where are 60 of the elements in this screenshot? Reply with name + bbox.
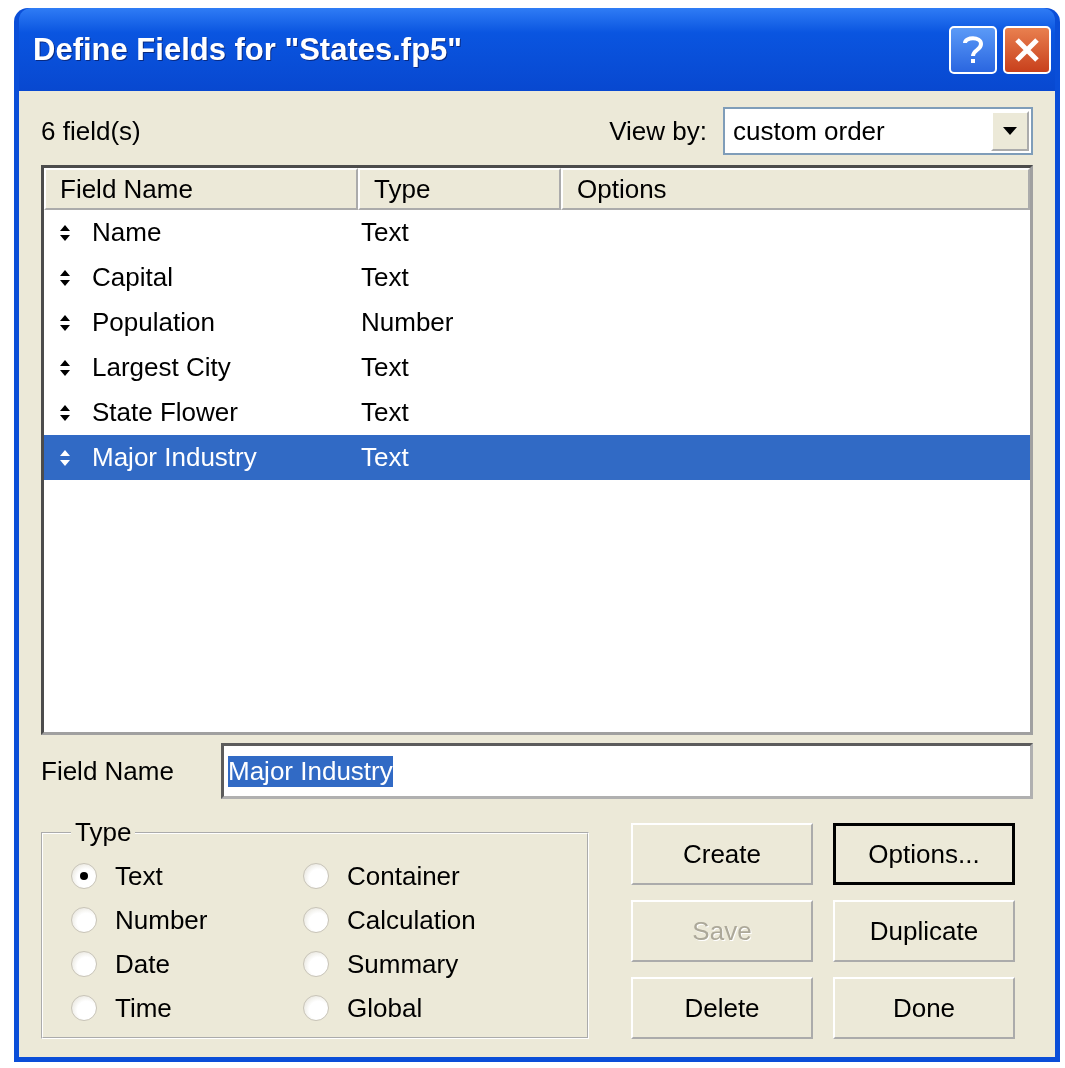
column-header[interactable]: Options: [561, 168, 1030, 210]
sort-arrows-icon[interactable]: [60, 359, 70, 376]
field-type-cell-text: Text: [361, 217, 410, 248]
close-button[interactable]: [1003, 25, 1051, 74]
field-row[interactable]: Largest City Text: [44, 345, 1030, 390]
dialog-button[interactable]: Done: [833, 977, 1015, 1039]
field-row[interactable]: Major Industry Text: [44, 435, 1030, 480]
field-name-cell: Name: [92, 217, 162, 248]
type-group-title: Type: [74, 817, 133, 848]
field-type-cell-text: Text: [361, 262, 410, 293]
field-type-cell-text: Number: [361, 307, 455, 338]
radio-button[interactable]: [303, 863, 329, 889]
dialog-button[interactable]: Create: [631, 823, 813, 885]
radio-label: Text: [115, 860, 163, 892]
column-header[interactable]: Field Name: [44, 168, 358, 210]
field-row[interactable]: Capital Text: [44, 255, 1030, 300]
radio-label: Number: [115, 904, 208, 936]
radio-button[interactable]: [71, 907, 97, 933]
sort-arrows-icon[interactable]: [60, 404, 70, 421]
field-type-cell-text: Text: [361, 352, 410, 383]
field-type-cell-text: Text: [361, 442, 410, 473]
sort-arrows-icon[interactable]: [60, 224, 70, 241]
radio-label: Calculation: [347, 904, 476, 936]
question-mark-icon: [962, 33, 984, 66]
sort-arrows-icon[interactable]: [60, 269, 70, 286]
field-name-cell: Largest City: [92, 352, 231, 383]
radio-label: Summary: [347, 948, 459, 980]
radio-label: Time: [115, 992, 172, 1024]
field-name-cell: Population: [92, 307, 215, 338]
radio-label: Date: [115, 948, 170, 980]
field-type-cell-text: Text: [361, 397, 410, 428]
dialog-button[interactable]: Options...: [833, 823, 1015, 885]
dialog-button[interactable]: Duplicate: [833, 900, 1015, 962]
field-row[interactable]: State Flower Text: [44, 390, 1030, 435]
field-name-cell: State Flower: [92, 397, 238, 428]
field-row[interactable]: Name Text: [44, 210, 1030, 255]
close-icon: [1013, 35, 1041, 64]
view-by-dropdown[interactable]: custom order: [723, 107, 1033, 155]
field-name-cell: Major Industry: [92, 442, 257, 473]
field-count: 6 field(s): [41, 115, 142, 147]
dropdown-arrow-button[interactable]: [991, 111, 1029, 151]
caret-icon: [1003, 127, 1017, 135]
sort-arrows-icon[interactable]: [60, 314, 70, 331]
dialog-button[interactable]: Delete: [631, 977, 813, 1039]
field-row[interactable]: Population Number: [44, 300, 1030, 345]
help-button[interactable]: [949, 25, 997, 74]
radio-button[interactable]: [303, 907, 329, 933]
field-name-label: Field Name: [41, 755, 175, 787]
radio-button[interactable]: [71, 951, 97, 977]
radio-button[interactable]: [71, 995, 97, 1021]
view-by-label: View by:: [609, 115, 707, 147]
radio-button[interactable]: [303, 951, 329, 977]
field-name-cell: Capital: [92, 262, 173, 293]
radio-label: Container: [347, 860, 460, 892]
window-title: Define Fields for "States.fp5": [33, 31, 464, 68]
radio-button[interactable]: [71, 863, 97, 889]
radio-button[interactable]: [303, 995, 329, 1021]
radio-label: Global: [347, 992, 423, 1024]
column-header[interactable]: Type: [358, 168, 561, 210]
field-name-input[interactable]: Major Industry: [221, 743, 1033, 799]
